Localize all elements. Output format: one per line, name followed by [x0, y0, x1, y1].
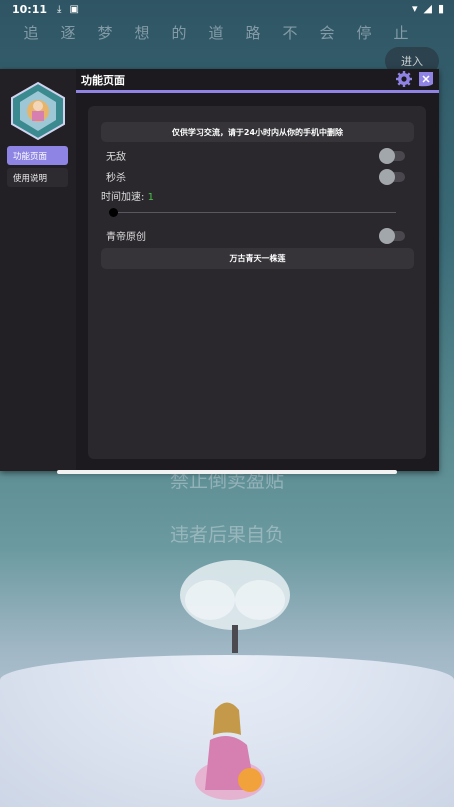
toggle-knob [379, 228, 395, 244]
download-icon: ⤓ [57, 3, 62, 15]
toggle-qingdi[interactable] [379, 228, 405, 244]
time-speed-slider-track[interactable] [112, 212, 396, 213]
background-warning-2: 违者后果自负 [169, 524, 284, 546]
snow-tree-image [180, 560, 290, 653]
status-time: 10:11 [12, 2, 48, 16]
footer-banner: 万古青天一株莲 [101, 248, 414, 269]
menu-logo [11, 81, 65, 141]
toggle-label-invincible: 无敌 [106, 152, 126, 163]
time-speed-label-text: 时间加速: [101, 192, 148, 203]
menu-title-bar: 功能页面 [76, 69, 439, 93]
character-image [195, 702, 265, 800]
sidebar-tab-features[interactable]: 功能页面 [7, 146, 68, 165]
gear-icon[interactable] [395, 70, 413, 88]
background-poem: 追逐梦想的道路不会停止 [23, 24, 431, 42]
features-card: 仅供学习交流，请于24小时内从你的手机中删除 无敌 秒杀 时间加速: 1 青帝原… [88, 106, 426, 459]
menu-sidebar: 功能页面 使用说明 [0, 69, 76, 471]
title-underline [76, 90, 439, 93]
notification-a-icon: ▣ [69, 3, 79, 15]
time-speed-value: 1 [147, 192, 154, 203]
toggle-label-instakill: 秒杀 [106, 173, 126, 184]
menu-title: 功能页面 [81, 74, 125, 87]
toggle-instakill[interactable] [379, 169, 405, 185]
close-icon[interactable] [417, 70, 435, 88]
toggle-knob [379, 169, 395, 185]
status-bar: 10:11 ⤓ ▣ ▾ ◢ ▮ [0, 0, 454, 18]
time-speed-slider-thumb[interactable] [109, 208, 118, 217]
signal-icon: ◢ [423, 2, 432, 15]
toggle-label-qingdi: 青帝原创 [106, 232, 146, 243]
toggle-invincible[interactable] [379, 148, 405, 164]
time-speed-label: 时间加速: 1 [101, 188, 154, 203]
notice-banner: 仅供学习交流，请于24小时内从你的手机中删除 [101, 122, 414, 142]
battery-icon: ▮ [437, 2, 444, 15]
menu-content: 功能页面 仅供学习交流，请于24小时内从你的手机中删除 无敌 秒杀 时间加速: … [76, 69, 439, 471]
panel-scrollbar[interactable] [57, 470, 397, 474]
mod-menu-panel: 功能页面 使用说明 功能页面 仅供学习交流，请于24小时内从你的手机中删除 无敌… [0, 69, 439, 471]
sidebar-tab-instructions[interactable]: 使用说明 [7, 168, 68, 187]
toggle-knob [379, 148, 395, 164]
wifi-icon: ▾ [411, 2, 418, 15]
